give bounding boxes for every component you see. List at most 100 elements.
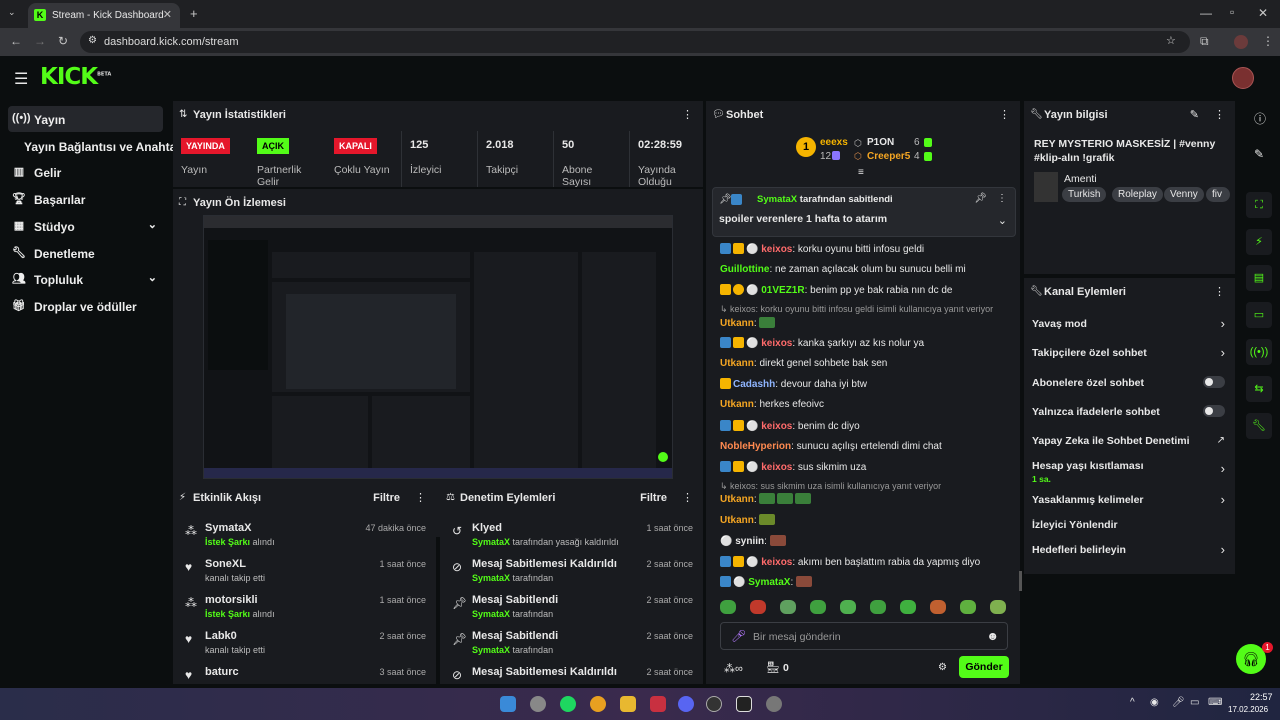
tag-turkish[interactable]: Turkish — [1062, 187, 1107, 202]
forward-icon[interactable]: → — [34, 34, 46, 48]
chat-message[interactable]: Guillottine: ne zaman açılacak olum bu s… — [720, 264, 1010, 275]
chrome-icon[interactable] — [590, 696, 606, 712]
sidebar-item-stream[interactable]: ((•)) Yayın — [8, 106, 163, 132]
rail-button-broadcast[interactable]: ((•)) — [1246, 339, 1272, 365]
more-options-icon[interactable]: ⋮ — [1214, 285, 1225, 298]
kick-logo[interactable]: KICKBETA — [40, 64, 111, 90]
tag-roleplay[interactable]: Roleplay — [1112, 187, 1163, 202]
emote-icon[interactable] — [840, 600, 856, 614]
goals-action[interactable]: Hedefleri belirleyin › — [1024, 536, 1235, 564]
rail-button-chat[interactable]: ▭ — [1246, 302, 1272, 328]
banned-words-action[interactable]: Yasaklanmış kelimeler › — [1024, 486, 1235, 514]
category-name[interactable]: Amenti — [1064, 173, 1097, 185]
stream-preview-video[interactable] — [203, 215, 673, 479]
sidebar-item-drops[interactable]: 🎁︎ Droplar ve ödüller — [8, 293, 163, 319]
emote-icon[interactable] — [930, 600, 946, 614]
sidebar-item-revenue[interactable]: ▥ Gelir — [8, 159, 163, 185]
sidebar-item-moderation[interactable]: 🔧︎ Denetleme — [8, 240, 163, 266]
emote-icon[interactable] — [750, 600, 766, 614]
chat-message[interactable]: Utkann: direkt genel sohbete bak sen — [720, 358, 1010, 369]
new-tab-icon[interactable]: + — [190, 6, 198, 21]
window-close-icon[interactable]: ✕ — [1258, 6, 1268, 20]
category-thumbnail[interactable] — [1034, 172, 1058, 202]
tray-display-icon[interactable]: ▭ — [1190, 697, 1199, 708]
emote-icon[interactable] — [960, 600, 976, 614]
rail-button-stats[interactable]: ▤ — [1246, 265, 1272, 291]
back-icon[interactable]: ← — [10, 34, 22, 48]
microphone-icon[interactable]: 🎤︎ — [731, 629, 746, 643]
collapse-icon[interactable]: ≡ — [858, 167, 864, 178]
account-age-action[interactable]: Hesap yaşı kısıtlaması 1 sa. › — [1024, 452, 1235, 486]
sidebar-item-stream-key[interactable]: Yayın Bağlantısı ve Anahtarı — [8, 133, 184, 159]
close-tab-icon[interactable]: ✕ — [163, 8, 172, 21]
chat-message[interactable]: ⚪ keixos: sus sikmim uza — [720, 461, 1010, 473]
sidebar-item-community[interactable]: 👥︎ Topluluk ⌄ — [8, 266, 163, 292]
subscribers-only-toggle[interactable] — [1203, 376, 1225, 388]
chat-message[interactable]: ⚪ SymataX: — [720, 576, 1010, 588]
info-icon[interactable]: ⓘ — [1254, 110, 1266, 127]
edit-icon[interactable]: ✎ — [1254, 147, 1264, 161]
user-avatar[interactable] — [1232, 67, 1254, 89]
slow-mode-action[interactable]: Yavaş mod › — [1024, 310, 1235, 338]
obs-icon[interactable] — [706, 696, 722, 712]
more-options-icon[interactable]: ⋮ — [999, 108, 1010, 121]
ai-moderation-action[interactable]: Yapay Zeka ile Sohbet Denetimi ↗ — [1024, 427, 1235, 455]
browser-tab[interactable]: K Stream - Kick Dashboard ✕ — [28, 3, 180, 28]
app-icon[interactable] — [736, 696, 752, 712]
chat-message[interactable]: ⚪ keixos: benim dc diyo — [720, 420, 1010, 432]
emote-icon[interactable] — [810, 600, 826, 614]
edit-icon[interactable]: ✎ — [1190, 108, 1199, 121]
address-bar[interactable]: ⚙ dashboard.kick.com/stream ☆ — [80, 31, 1190, 53]
rail-button-activity[interactable]: ⚡︎ — [1246, 229, 1272, 255]
more-options-icon[interactable]: ⋮ — [682, 491, 693, 504]
more-options-icon[interactable]: ⋮ — [1214, 108, 1225, 121]
browser-menu-icon[interactable]: ⋮ — [1262, 34, 1274, 48]
tray-chevron-icon[interactable]: ^ — [1130, 697, 1135, 708]
chat-scrollbar[interactable] — [1019, 571, 1022, 591]
chat-message[interactable]: ⚪ keixos: korku oyunu bitti infosu geldi — [720, 243, 1010, 255]
song-request-icon[interactable]: ⁂∞ — [724, 662, 743, 675]
tag-venny[interactable]: Venny — [1164, 187, 1204, 202]
hamburger-menu-icon[interactable]: ☰ — [14, 69, 28, 89]
emote-icon[interactable] — [870, 600, 886, 614]
extensions-icon[interactable]: ⧉ — [1200, 34, 1209, 49]
settings-icon[interactable] — [766, 696, 782, 712]
adobe-icon[interactable] — [650, 696, 666, 712]
sidebar-item-achievements[interactable]: 🏆︎ Başarılar — [8, 186, 163, 212]
emote-icon[interactable] — [720, 600, 736, 614]
maximize-icon[interactable]: ▫ — [1230, 5, 1234, 19]
tag-fiv[interactable]: fiv — [1206, 187, 1230, 202]
filter-button[interactable]: Filtre — [640, 492, 667, 504]
profile-avatar[interactable] — [1234, 35, 1248, 49]
unpin-icon[interactable]: 📌︎ — [974, 193, 987, 204]
emote-icon[interactable] — [990, 600, 1006, 614]
raid-action[interactable]: İzleyici Yönlendir — [1024, 511, 1235, 539]
clock-time[interactable]: 22:57 — [1250, 692, 1273, 702]
chat-message[interactable]: ⚪ 01VEZ1R: benim pp ye bak rabia nın dc … — [720, 284, 1010, 296]
filter-button[interactable]: Filtre — [373, 492, 400, 504]
clock-date[interactable]: 17.02.2026 — [1228, 705, 1268, 714]
reload-icon[interactable]: ↻ — [58, 34, 68, 48]
rail-button-moderation[interactable]: ⇆ — [1246, 376, 1272, 402]
emote-icon[interactable] — [780, 600, 796, 614]
chat-message[interactable]: NobleHyperion: sunucu açılışı ertelendi … — [720, 441, 1010, 452]
site-info-icon[interactable]: ⚙ — [88, 35, 97, 46]
chat-message[interactable]: ⚪ keixos: akımı ben başlattım rabia da y… — [720, 556, 1010, 568]
bookmark-star-icon[interactable]: ☆ — [1166, 34, 1176, 47]
more-options-icon[interactable]: ⋮ — [682, 108, 693, 121]
chat-message[interactable]: Utkann: herkes efeoivc — [720, 399, 1010, 410]
chat-message[interactable]: ⚪ keixos: kanka şarkıyı az kıs nolur ya — [720, 337, 1010, 349]
sidebar-item-studio[interactable]: ▦ Stüdyo ⌄ — [8, 213, 163, 239]
spotify-icon[interactable] — [560, 696, 576, 712]
tray-mic-icon[interactable]: 🎤︎ — [1172, 697, 1185, 708]
more-options-icon[interactable]: ⋮ — [997, 193, 1007, 204]
rail-button-preview[interactable]: ⛶ — [1246, 192, 1272, 218]
chat-message[interactable]: Utkann: — [720, 514, 1010, 526]
more-options-icon[interactable]: ⋮ — [415, 491, 426, 504]
emote-only-toggle[interactable] — [1203, 405, 1225, 417]
chat-input[interactable]: 🎤︎ Bir mesaj gönderin ☻ — [720, 622, 1008, 650]
chat-message[interactable]: ⚪ syniin: — [720, 535, 1010, 547]
emoji-icon[interactable]: ☻ — [986, 629, 999, 643]
points-store-icon[interactable]: 🏪︎ — [766, 661, 780, 674]
file-explorer-icon[interactable] — [620, 696, 636, 712]
